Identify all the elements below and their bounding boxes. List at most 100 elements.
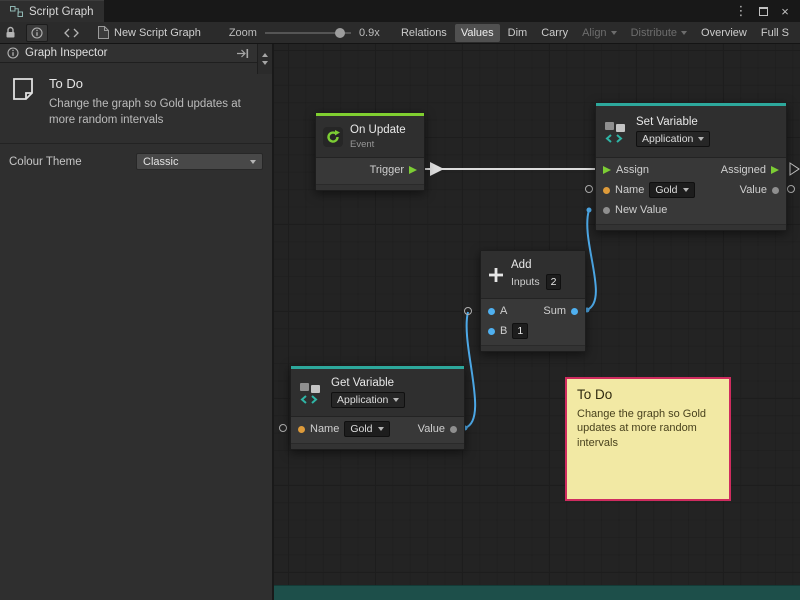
panel-stepper[interactable]: [257, 44, 272, 74]
sticky-note-text: Change the graph so Gold updates at more…: [577, 407, 719, 450]
inspector-toggle-button[interactable]: [26, 24, 48, 42]
new-value-input-port[interactable]: [603, 207, 610, 214]
port-connector[interactable]: [280, 425, 287, 432]
todo-texts: To Do Change the graph so Gold updates a…: [49, 76, 254, 128]
titlebar-controls: ⋮ ×: [732, 0, 800, 22]
string-port-icon[interactable]: [603, 187, 610, 194]
b-value-field[interactable]: 1: [512, 323, 528, 339]
value-output-port[interactable]: [772, 187, 779, 194]
a-port-label: A: [500, 305, 507, 317]
colour-theme-row: Colour Theme Classic: [0, 144, 272, 179]
chevron-down-icon: [611, 31, 617, 35]
value-output-port[interactable]: [450, 426, 457, 433]
value-wire-getvariable-to-add[interactable]: [465, 312, 475, 428]
wire-endpoint: [587, 208, 592, 213]
todo-text: Change the graph so Gold updates at more…: [49, 97, 254, 128]
graph-canvas[interactable]: On Update Event Trigger: [274, 44, 800, 600]
colour-theme-label: Colour Theme: [9, 156, 82, 168]
node-title: On Update: [350, 124, 406, 136]
graph-toolbar: New Script Graph Zoom 0.9x Relations Val…: [0, 22, 800, 44]
a-input-port[interactable]: [488, 308, 495, 315]
lock-icon[interactable]: [5, 26, 16, 39]
chevron-down-icon: [698, 137, 704, 141]
inputs-count[interactable]: 2: [546, 274, 562, 290]
plus-icon: [488, 267, 504, 283]
code-preview-icon[interactable]: [64, 28, 79, 38]
values-button[interactable]: Values: [455, 24, 500, 42]
dim-button[interactable]: Dim: [502, 24, 534, 42]
graph-asset[interactable]: New Script Graph: [97, 26, 201, 39]
zoom-control: Zoom 0.9x: [229, 27, 380, 39]
todo-title: To Do: [49, 76, 254, 91]
chevron-down-icon: [262, 61, 268, 65]
unity-window: Script Graph ⋮ ×: [0, 0, 800, 600]
maximize-icon[interactable]: [754, 2, 772, 20]
on-update-icon: [323, 127, 343, 147]
toolbar-buttons: Relations Values Dim Carry Align Distrib…: [395, 24, 795, 42]
flow-arrowhead-icon: [430, 162, 444, 176]
canvas-bottom-bar: [274, 585, 800, 600]
trigger-port-label: Trigger: [370, 164, 404, 176]
chevron-up-icon: [262, 53, 268, 57]
value-port-label: Value: [740, 184, 767, 196]
carry-button[interactable]: Carry: [535, 24, 574, 42]
port-connector[interactable]: [586, 186, 593, 193]
zoom-slider[interactable]: [265, 32, 351, 34]
variable-name-dropdown[interactable]: Gold: [344, 421, 389, 437]
sticky-note-icon: [10, 76, 36, 102]
chevron-down-icon: [681, 31, 687, 35]
tab-script-graph[interactable]: Script Graph: [0, 0, 104, 22]
relations-button[interactable]: Relations: [395, 24, 453, 42]
graph-inspector-panel: Graph Inspector To Do Change the graph s…: [0, 44, 274, 600]
inspector-todo-section: To Do Change the graph so Gold updates a…: [0, 63, 272, 144]
inputs-label: Inputs: [511, 276, 540, 288]
node-on-update[interactable]: On Update Event Trigger: [315, 112, 425, 191]
variable-scope-dropdown[interactable]: Application: [636, 131, 710, 147]
node-footer: [596, 224, 786, 230]
flow-input-port[interactable]: [603, 166, 611, 174]
sum-output-port[interactable]: [571, 308, 578, 315]
chevron-down-icon: [250, 160, 256, 164]
align-button[interactable]: Align: [576, 24, 622, 42]
name-port-label: Name: [310, 423, 339, 435]
zoom-label: Zoom: [229, 27, 257, 39]
colour-theme-dropdown[interactable]: Classic: [136, 153, 263, 170]
port-connector[interactable]: [788, 186, 795, 193]
assign-port-label: Assign: [616, 164, 649, 176]
node-footer: [291, 443, 464, 449]
chevron-down-icon: [378, 427, 384, 431]
flow-port-stub-icon: [790, 163, 799, 175]
fullscreen-button[interactable]: Full S: [755, 24, 795, 42]
value-port-label: Value: [418, 423, 445, 435]
name-port-label: Name: [615, 184, 644, 196]
chevron-down-icon: [683, 188, 689, 192]
overview-button[interactable]: Overview: [695, 24, 753, 42]
info-icon: [31, 27, 43, 39]
close-icon[interactable]: ×: [776, 2, 794, 20]
b-port-label: B: [500, 325, 507, 337]
node-get-variable[interactable]: Get Variable Application Name Gold: [290, 365, 465, 450]
node-title: Set Variable: [636, 116, 710, 128]
flow-output-port[interactable]: [771, 166, 779, 174]
b-input-port[interactable]: [488, 328, 495, 335]
variable-scope-dropdown[interactable]: Application: [331, 392, 405, 408]
node-footer: [316, 184, 424, 190]
kebab-menu-icon[interactable]: ⋮: [732, 2, 750, 20]
node-subtitle: Event: [350, 139, 406, 150]
script-asset-icon: [97, 26, 109, 39]
flow-output-port[interactable]: [409, 166, 417, 174]
node-add[interactable]: Add Inputs 2 A Sum B: [480, 250, 586, 352]
zoom-value: 0.9x: [359, 27, 380, 39]
distribute-button[interactable]: Distribute: [625, 24, 693, 42]
sticky-note[interactable]: To Do Change the graph so Gold updates a…: [565, 377, 731, 501]
titlebar: Script Graph ⋮ ×: [0, 0, 800, 22]
inspector-header: Graph Inspector: [0, 44, 272, 63]
colour-theme-value: Classic: [143, 156, 178, 168]
node-set-variable[interactable]: Set Variable Application Assign Assigned: [595, 102, 787, 231]
string-port-icon[interactable]: [298, 426, 305, 433]
variable-name-dropdown[interactable]: Gold: [649, 182, 694, 198]
tab-label: Script Graph: [29, 6, 94, 18]
new-value-port-label: New Value: [615, 204, 667, 216]
graph-asset-name: New Script Graph: [114, 27, 201, 39]
zoom-slider-handle[interactable]: [335, 28, 345, 38]
